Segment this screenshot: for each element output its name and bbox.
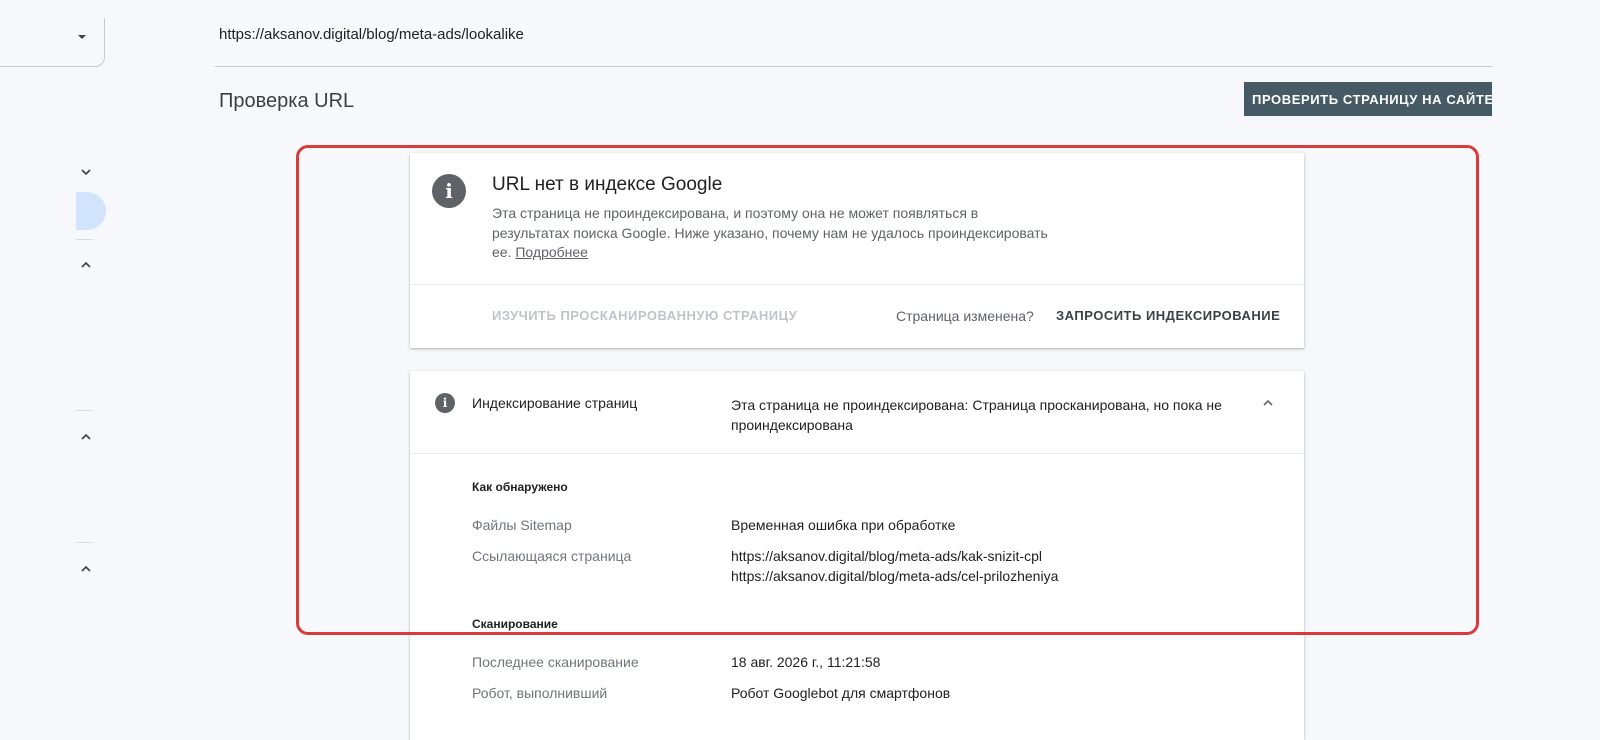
page-indexing-status[interactable]: Эта страница не проиндексирована: Страни… (731, 395, 1251, 435)
info-icon: i (435, 393, 455, 413)
index-status-description: Эта страница не проиндексирована, и поэт… (492, 204, 1052, 263)
nav-selected-indicator[interactable] (76, 192, 106, 230)
last-crawl-value: 18 авг. 2026 г., 11:21:58 (731, 654, 881, 670)
nav-divider (76, 542, 93, 543)
card-divider (410, 284, 1304, 285)
nav-divider (76, 410, 93, 411)
card-divider (410, 453, 1304, 454)
chevron-up-icon[interactable] (80, 259, 92, 271)
referring-page-link[interactable]: https://aksanov.digital/blog/meta-ads/ka… (731, 546, 1042, 566)
learn-more-link[interactable]: Подробнее (515, 244, 588, 260)
nav-divider (76, 239, 93, 240)
info-icon: i (432, 174, 466, 208)
inspected-url-input[interactable]: https://aksanov.digital/blog/meta-ads/lo… (219, 26, 524, 43)
property-selector[interactable] (0, 18, 105, 67)
collapse-chevron-icon[interactable] (1262, 397, 1274, 409)
dropdown-caret-icon[interactable] (78, 35, 86, 39)
crawled-as-value: Робот Googlebot для смартфонов (731, 685, 951, 701)
request-indexing-button[interactable]: ЗАПРОСИТЬ ИНДЕКСИРОВАНИЕ (1056, 308, 1280, 323)
crawled-as-label: Робот, выполнивший (472, 685, 608, 701)
test-live-url-button[interactable]: ПРОВЕРИТЬ СТРАНИЦУ НА САЙТЕ (1244, 82, 1492, 116)
chevron-up-icon[interactable] (80, 431, 92, 443)
index-status-title: URL нет в индексе Google (492, 174, 723, 195)
sitemaps-label: Файлы Sitemap (472, 517, 572, 533)
sitemaps-value: Временная ошибка при обработке (731, 517, 956, 533)
chevron-down-icon[interactable] (80, 166, 92, 178)
page-indexing-label[interactable]: Индексирование страниц (472, 395, 637, 411)
discovery-heading: Как обнаружено (472, 480, 568, 494)
page-title: Проверка URL (219, 90, 355, 112)
last-crawl-label: Последнее сканирование (472, 654, 639, 670)
url-input-underline (215, 66, 1492, 67)
view-crawled-page-button[interactable]: ИЗУЧИТЬ ПРОСКАНИРОВАННУЮ СТРАНИЦУ (492, 308, 797, 323)
crawl-heading: Сканирование (472, 617, 558, 631)
referring-page-link[interactable]: https://aksanov.digital/blog/meta-ads/ce… (731, 566, 1058, 586)
chevron-up-icon[interactable] (80, 563, 92, 575)
page-changed-label: Страница изменена? (896, 308, 1034, 324)
referring-page-label: Ссылающаяся страница (472, 548, 632, 564)
